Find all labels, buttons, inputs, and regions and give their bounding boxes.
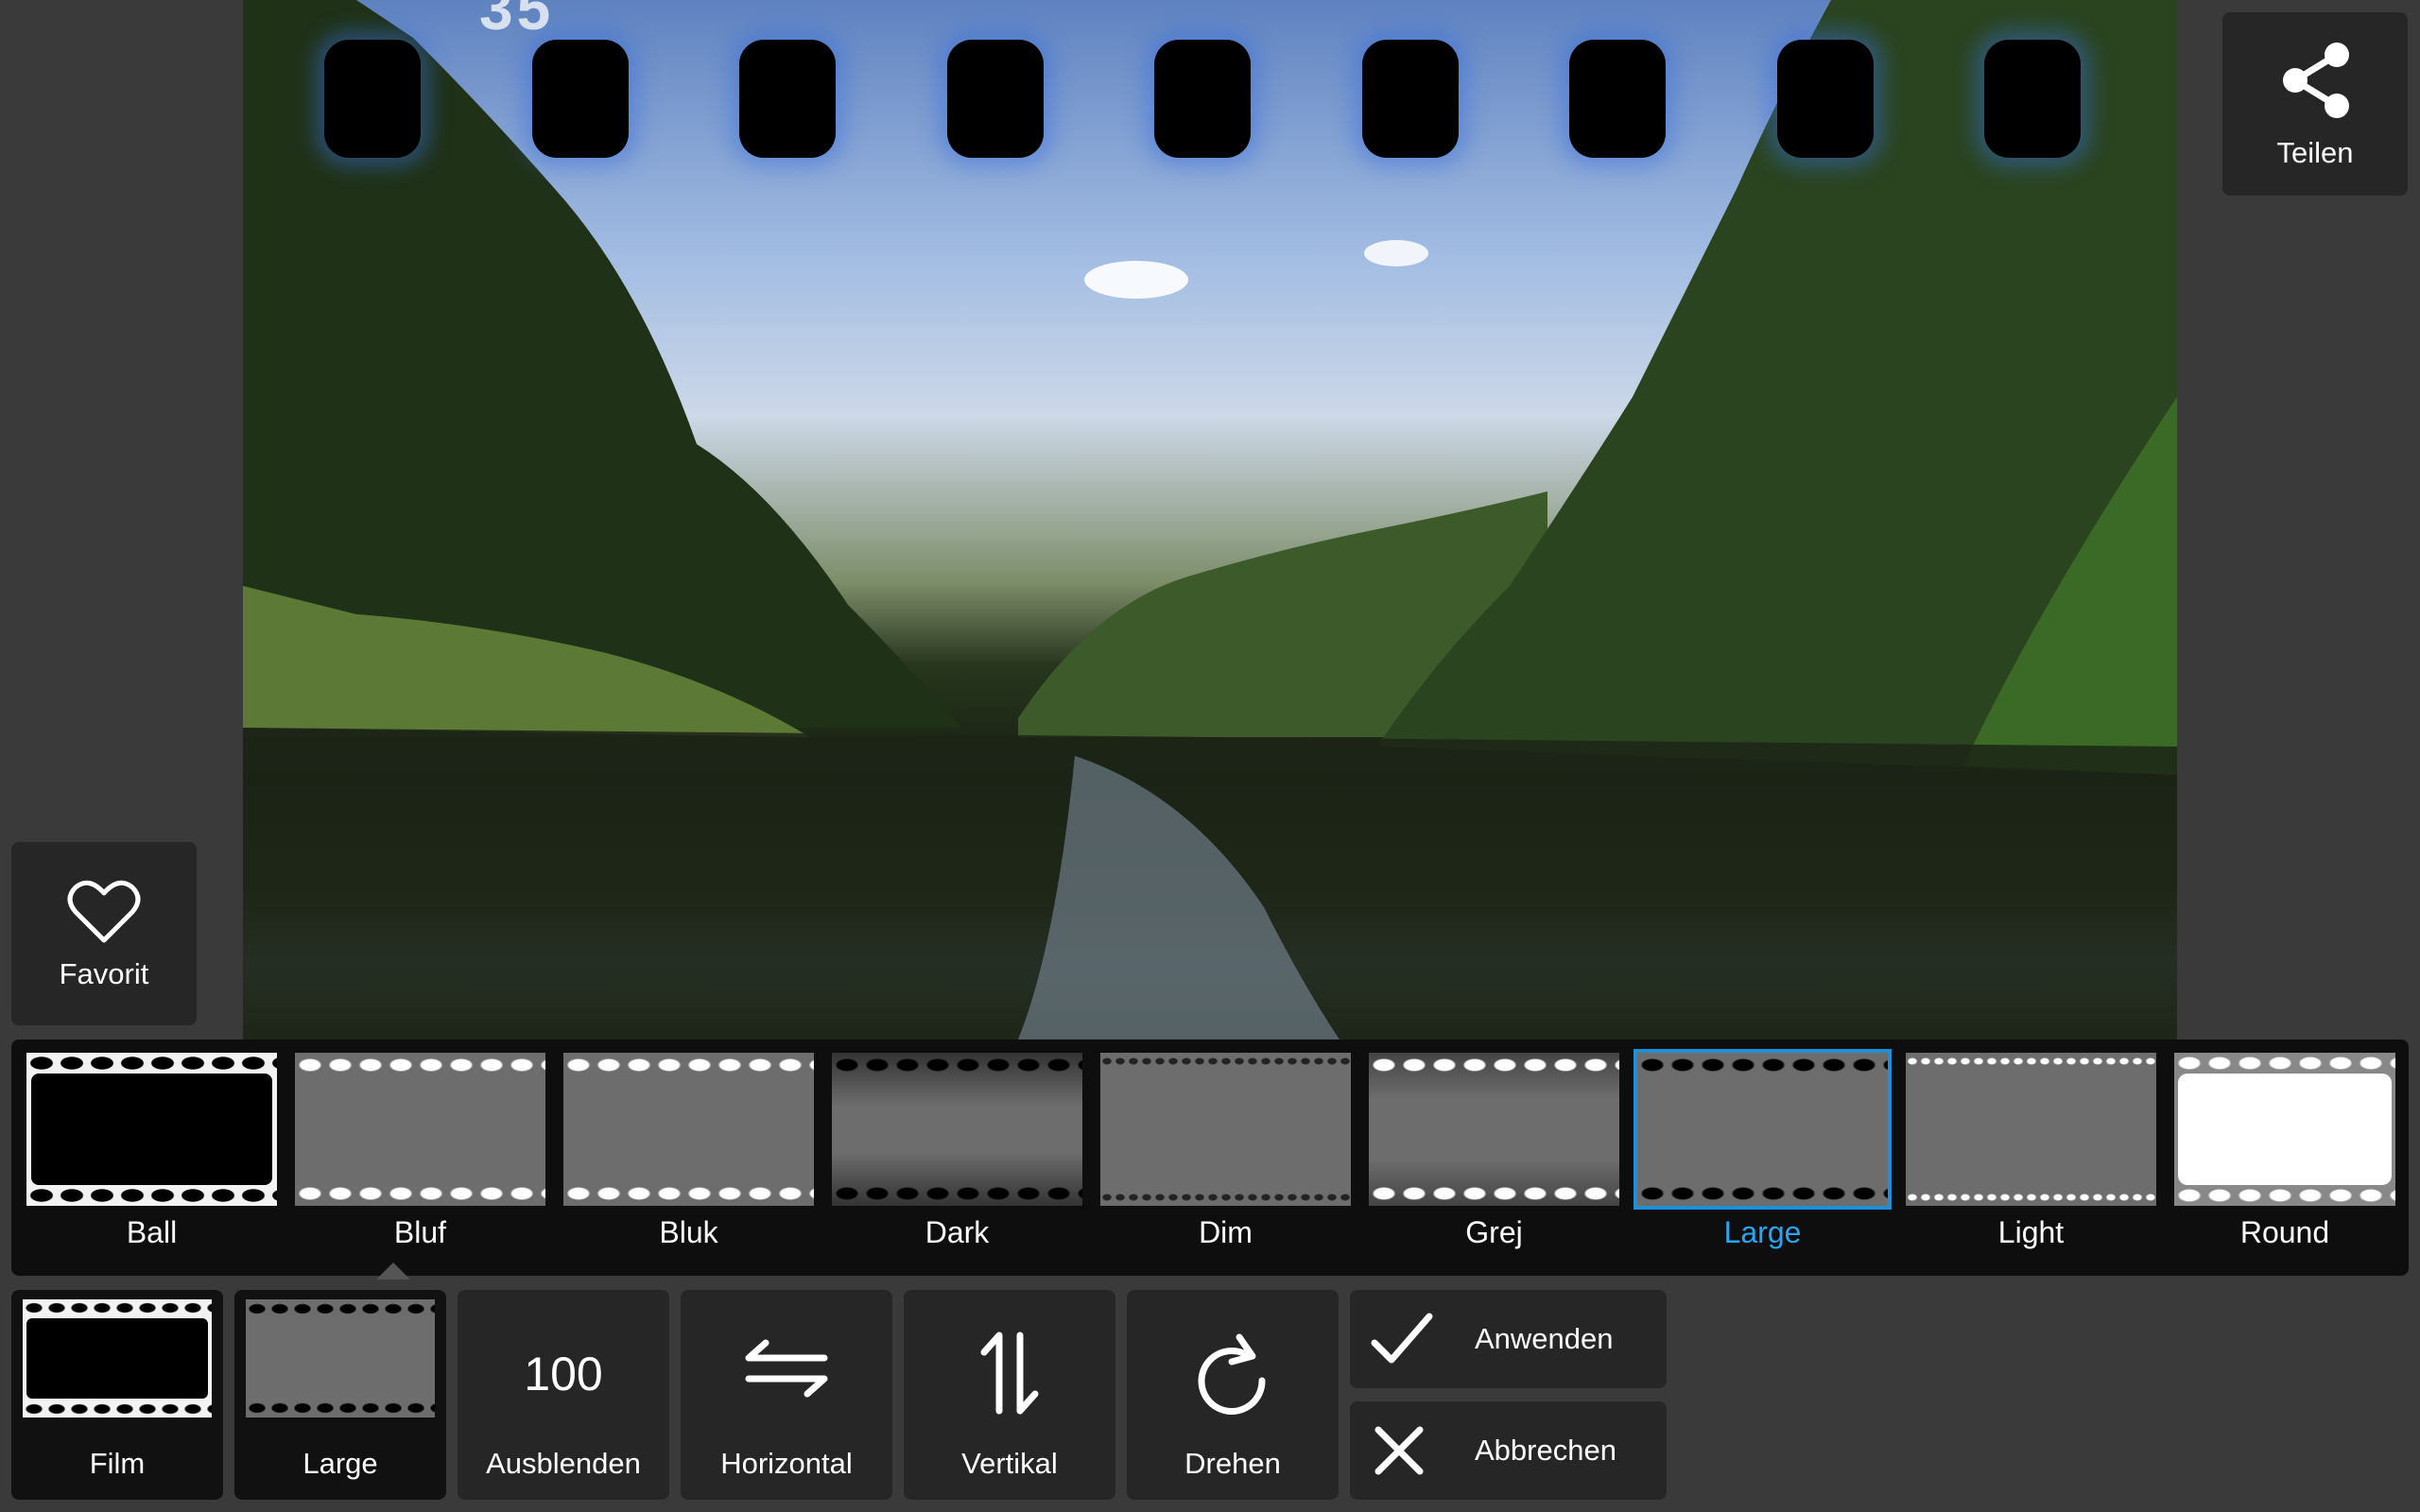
- favorite-button[interactable]: Favorit: [11, 842, 197, 1025]
- share-button[interactable]: Teilen: [2222, 12, 2408, 196]
- flip-vertical-icon: [980, 1332, 1039, 1415]
- frame-style-strip: Ball Bluf Bluk Dark Dim Grej Large Light…: [11, 1040, 2409, 1276]
- frame-option-ball[interactable]: Ball: [26, 1053, 277, 1265]
- film-preview: [23, 1299, 212, 1418]
- share-icon: [2283, 43, 2349, 118]
- cancel-label: Abbrechen: [1475, 1434, 1616, 1467]
- frame-preview: [1100, 1053, 1351, 1206]
- frame-option-dark[interactable]: Dark: [832, 1053, 1082, 1265]
- frame-preview: [563, 1053, 814, 1206]
- flip-horizontal-button[interactable]: Horizontal: [681, 1290, 892, 1500]
- film-label: Film: [89, 1447, 146, 1480]
- cancel-button[interactable]: Abbrechen: [1350, 1401, 1667, 1500]
- share-label: Teilen: [2276, 136, 2354, 169]
- film-edge-text: 35: [479, 0, 555, 43]
- vertical-label: Vertikal: [961, 1447, 1058, 1480]
- frame-label: Round: [2239, 1215, 2330, 1249]
- frame-option-bluf[interactable]: Bluf: [295, 1053, 545, 1265]
- frame-option-round[interactable]: Round: [2174, 1053, 2395, 1265]
- flip-horizontal-icon: [745, 1339, 828, 1398]
- frame-preview: [1634, 1049, 1892, 1210]
- frame-preview: [295, 1053, 545, 1206]
- frame-label: Large: [1723, 1215, 1802, 1249]
- selection-caret: [376, 1263, 410, 1280]
- frame-label: Grej: [1465, 1215, 1523, 1249]
- frame-label: Light: [1997, 1215, 2065, 1249]
- apply-label: Anwenden: [1475, 1322, 1614, 1355]
- large-preview: [246, 1299, 435, 1418]
- frame-option-bluk[interactable]: Bluk: [563, 1053, 814, 1265]
- horizontal-label: Horizontal: [720, 1447, 853, 1480]
- close-icon: [1374, 1426, 1424, 1475]
- frame-preview: [832, 1053, 1082, 1206]
- frame-preview: [1369, 1053, 1619, 1206]
- favorite-label: Favorit: [59, 957, 149, 990]
- checkmark-icon: [1371, 1313, 1433, 1364]
- apply-button[interactable]: Anwenden: [1350, 1290, 1667, 1388]
- flip-vertical-button[interactable]: Vertikal: [904, 1290, 1115, 1500]
- frame-option-dim[interactable]: Dim: [1100, 1053, 1351, 1265]
- fade-button[interactable]: 100 Ausblenden: [458, 1290, 669, 1500]
- fade-value: 100: [524, 1348, 603, 1400]
- large-label: Large: [302, 1447, 378, 1480]
- frame-preview: [1906, 1053, 2156, 1206]
- frame-preview: [26, 1053, 277, 1206]
- rotate-button[interactable]: Drehen: [1127, 1290, 1339, 1500]
- rotate-icon: [1198, 1333, 1266, 1415]
- frame-option-large[interactable]: Large: [1634, 1049, 1892, 1265]
- film-sprocket-holes: [243, 40, 2177, 158]
- heart-icon: [67, 880, 141, 943]
- frame-style-large-button[interactable]: Large: [234, 1290, 446, 1500]
- frame-label: Bluk: [659, 1215, 718, 1249]
- frame-label: Bluf: [393, 1215, 447, 1249]
- frame-option-light[interactable]: Light: [1906, 1053, 2156, 1265]
- rotate-label: Drehen: [1184, 1447, 1281, 1480]
- frame-label: Dim: [1199, 1215, 1253, 1249]
- frame-type-film-button[interactable]: Film: [11, 1290, 223, 1500]
- fade-label: Ausblenden: [486, 1447, 641, 1480]
- photo-canvas: 35: [243, 0, 2177, 1040]
- frame-option-grej[interactable]: Grej: [1369, 1053, 1619, 1265]
- frame-preview: [2174, 1053, 2395, 1206]
- frame-label: Dark: [925, 1215, 990, 1249]
- frame-label: Ball: [126, 1215, 178, 1249]
